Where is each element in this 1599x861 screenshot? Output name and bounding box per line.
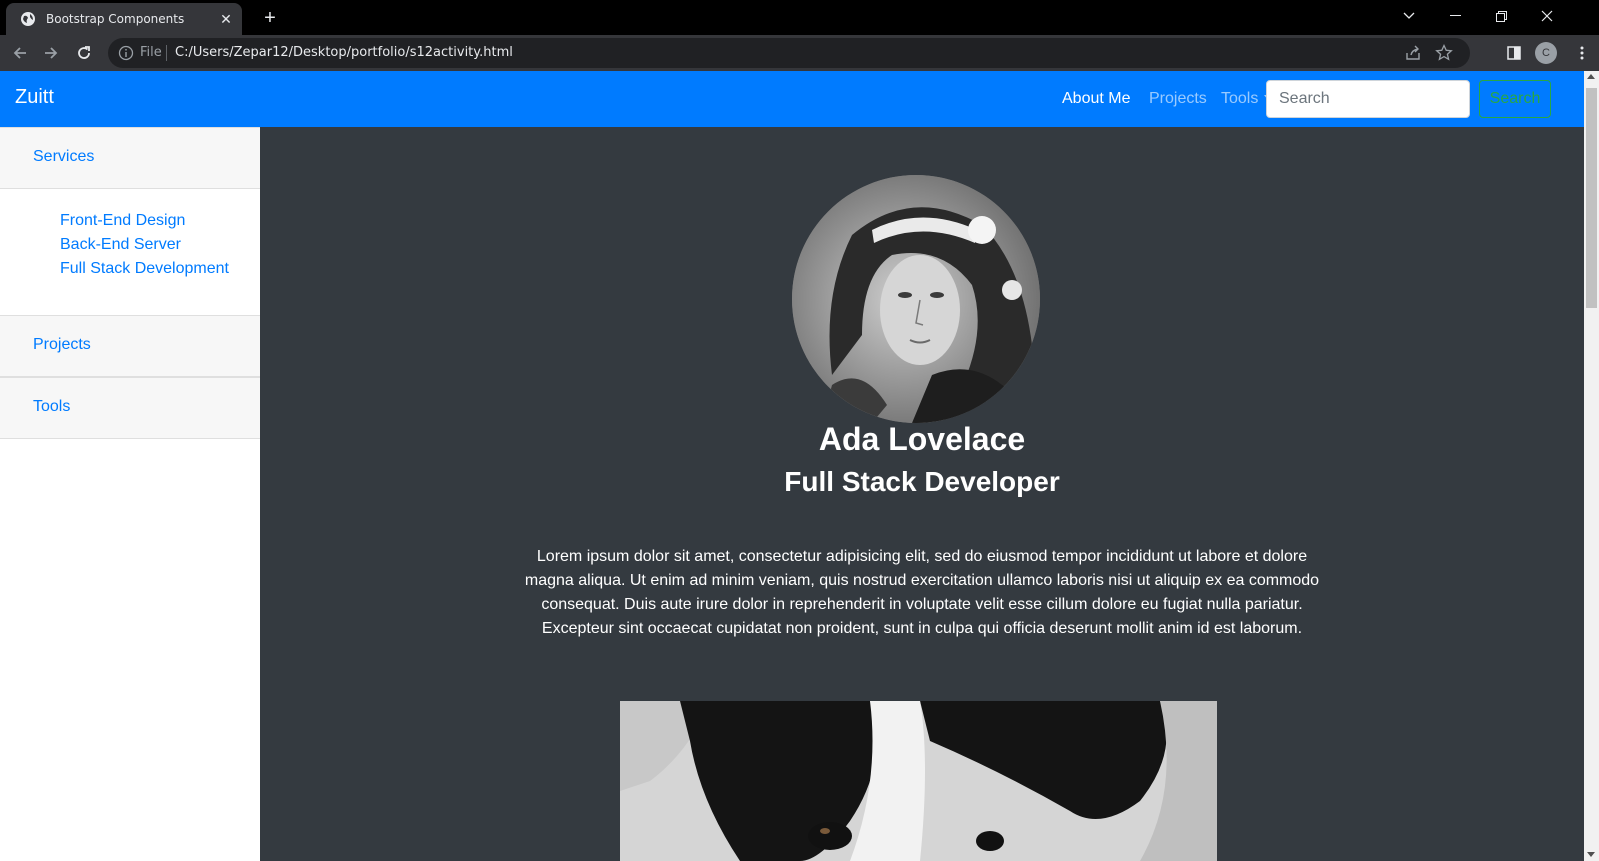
navbar-brand[interactable]: Zuitt <box>15 86 54 109</box>
accordion-body-services: Front-End Design Back-End Server Full St… <box>0 189 260 315</box>
reload-icon[interactable] <box>70 39 98 67</box>
sidebar-accordion: Services Front-End Design Back-End Serve… <box>0 127 260 861</box>
new-tab-icon[interactable]: + <box>258 6 282 30</box>
tab-search-icon[interactable] <box>1386 0 1432 32</box>
minimize-icon[interactable] <box>1432 0 1478 32</box>
profile-bio: Lorem ipsum dolor sit amet, consectetur … <box>524 548 1320 637</box>
accordion-header-projects[interactable]: Projects <box>0 315 260 377</box>
forward-icon[interactable] <box>37 39 65 67</box>
navbar: Zuitt About Me Projects Tools Search <box>0 71 1584 127</box>
browser-tab[interactable]: Bootstrap Components ✕ <box>6 3 242 35</box>
service-link-full-stack[interactable]: Full Stack Development <box>60 260 229 278</box>
info-icon[interactable] <box>118 45 134 61</box>
search-input[interactable] <box>1266 80 1470 118</box>
scheme-label: File <box>140 45 162 60</box>
puppy-image <box>620 701 1217 861</box>
restore-icon[interactable] <box>1478 0 1524 32</box>
scrollbar-thumb[interactable] <box>1586 88 1597 308</box>
nav-tools-label: Tools <box>1221 90 1259 107</box>
nav-about-me[interactable]: About Me <box>1062 90 1130 108</box>
profile-avatar[interactable]: C <box>1535 42 1557 64</box>
url-text[interactable]: C:/Users/Zepar12/Desktop/portfolio/s12ac… <box>175 45 513 60</box>
page-scrollbar[interactable] <box>1584 71 1599 861</box>
nav-tools-dropdown[interactable]: Tools <box>1221 90 1273 108</box>
browser-toolbar: File C:/Users/Zepar12/Desktop/portfolio/… <box>0 35 1599 71</box>
globe-icon <box>21 12 35 26</box>
page-viewport: Zuitt About Me Projects Tools Search Ser… <box>0 71 1584 861</box>
back-icon[interactable] <box>6 39 34 67</box>
accordion-label-projects: Projects <box>33 336 91 353</box>
address-bar[interactable]: File C:/Users/Zepar12/Desktop/portfolio/… <box>108 38 1470 68</box>
scroll-down-arrow-icon[interactable] <box>1587 852 1595 857</box>
profile-role: Full Stack Developer <box>784 466 1060 497</box>
nav-projects[interactable]: Projects <box>1149 90 1207 108</box>
search-button[interactable]: Search <box>1479 80 1551 118</box>
close-tab-icon[interactable]: ✕ <box>214 11 238 28</box>
service-link-back-end[interactable]: Back-End Server <box>60 236 181 254</box>
profile-portrait <box>792 175 1040 423</box>
star-icon[interactable] <box>1434 43 1454 63</box>
accordion-header-tools[interactable]: Tools <box>0 377 260 439</box>
service-link-front-end[interactable]: Front-End Design <box>60 212 185 230</box>
close-window-icon[interactable] <box>1524 0 1570 32</box>
browser-titlebar: Bootstrap Components ✕ + <box>0 0 1599 35</box>
omnibox-divider <box>166 45 167 61</box>
side-panel-icon[interactable] <box>1502 41 1526 65</box>
menu-kebab-icon[interactable] <box>1570 41 1594 65</box>
accordion-label-services: Services <box>33 148 95 165</box>
scroll-up-arrow-icon[interactable] <box>1587 74 1595 79</box>
tab-title: Bootstrap Components <box>46 12 185 26</box>
accordion-header-services[interactable]: Services <box>0 127 260 189</box>
share-icon[interactable] <box>1403 43 1423 63</box>
profile-name: Ada Lovelace <box>818 421 1026 457</box>
main-content: Ada Lovelace Full Stack Developer Lorem … <box>260 127 1584 861</box>
accordion-label-tools: Tools <box>33 398 71 415</box>
